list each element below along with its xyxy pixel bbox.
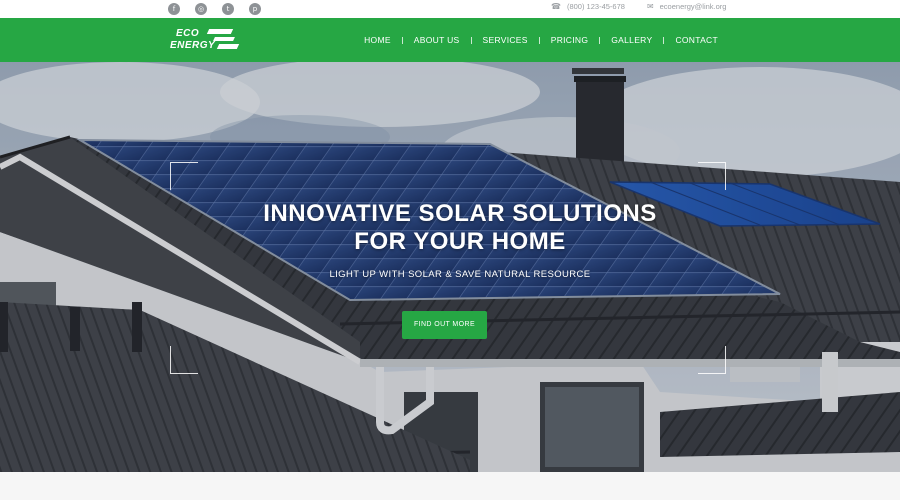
- facebook-icon[interactable]: f: [168, 3, 180, 15]
- hero-title: INNOVATIVE SOLAR SOLUTIONS FOR YOUR HOME: [0, 200, 900, 256]
- nav-services[interactable]: SERVICES: [483, 35, 528, 45]
- logo-mark-bar: [213, 37, 235, 41]
- instagram-icon[interactable]: ◎: [195, 3, 207, 15]
- hero-title-line-2: FOR YOUR HOME: [354, 228, 566, 255]
- frame-corner: [698, 346, 726, 374]
- next-section-strip: [0, 472, 900, 500]
- nav-divider: [663, 36, 665, 44]
- logo-mark-bar: [216, 44, 240, 49]
- find-out-more-button[interactable]: FIND OUT MORE: [402, 311, 487, 339]
- frame-corner: [698, 162, 726, 190]
- email-icon: ✉: [646, 2, 654, 11]
- frame-corner: [170, 162, 198, 190]
- hero-section: INNOVATIVE SOLAR SOLUTIONS FOR YOUR HOME…: [0, 62, 900, 472]
- phone-number[interactable]: (800) 123-45-678: [567, 2, 625, 11]
- nav-divider: [470, 36, 472, 44]
- nav-gallery[interactable]: GALLERY: [611, 35, 652, 45]
- logo-mark-bar: [206, 29, 234, 34]
- nav-about-us[interactable]: ABOUT US: [414, 35, 460, 45]
- pinterest-icon[interactable]: p: [249, 3, 261, 15]
- logo-text-energy: ENERGY: [170, 40, 216, 51]
- hero-dark-overlay: [0, 62, 900, 472]
- email-address[interactable]: ecoenergy@link.org: [660, 2, 727, 11]
- nav-divider: [401, 36, 403, 44]
- main-nav: HOME ABOUT US SERVICES PRICING GALLERY C…: [364, 18, 718, 62]
- nav-divider: [599, 36, 601, 44]
- contact-info: ☎ (800) 123-45-678 ✉ ecoenergy@link.org: [551, 2, 726, 11]
- top-info-bar: f ◎ t p ☎ (800) 123-45-678 ✉ ecoenergy@l…: [0, 0, 900, 18]
- nav-divider: [538, 36, 540, 44]
- social-links: f ◎ t p: [168, 3, 261, 15]
- logo-text-eco: ECO: [176, 28, 200, 39]
- hero-subtitle: LIGHT UP WITH SOLAR & SAVE NATURAL RESOU…: [329, 269, 591, 280]
- nav-home[interactable]: HOME: [364, 35, 391, 45]
- hero-title-line-1: INNOVATIVE SOLAR SOLUTIONS: [263, 200, 657, 227]
- nav-pricing[interactable]: PRICING: [551, 35, 589, 45]
- nav-contact[interactable]: CONTACT: [675, 35, 718, 45]
- site-header: ECO ENERGY HOME ABOUT US SERVICES PRICIN…: [0, 18, 900, 62]
- logo[interactable]: ECO ENERGY: [170, 27, 242, 53]
- frame-corner: [170, 346, 198, 374]
- phone-icon: ☎: [551, 2, 561, 11]
- twitter-icon[interactable]: t: [222, 3, 234, 15]
